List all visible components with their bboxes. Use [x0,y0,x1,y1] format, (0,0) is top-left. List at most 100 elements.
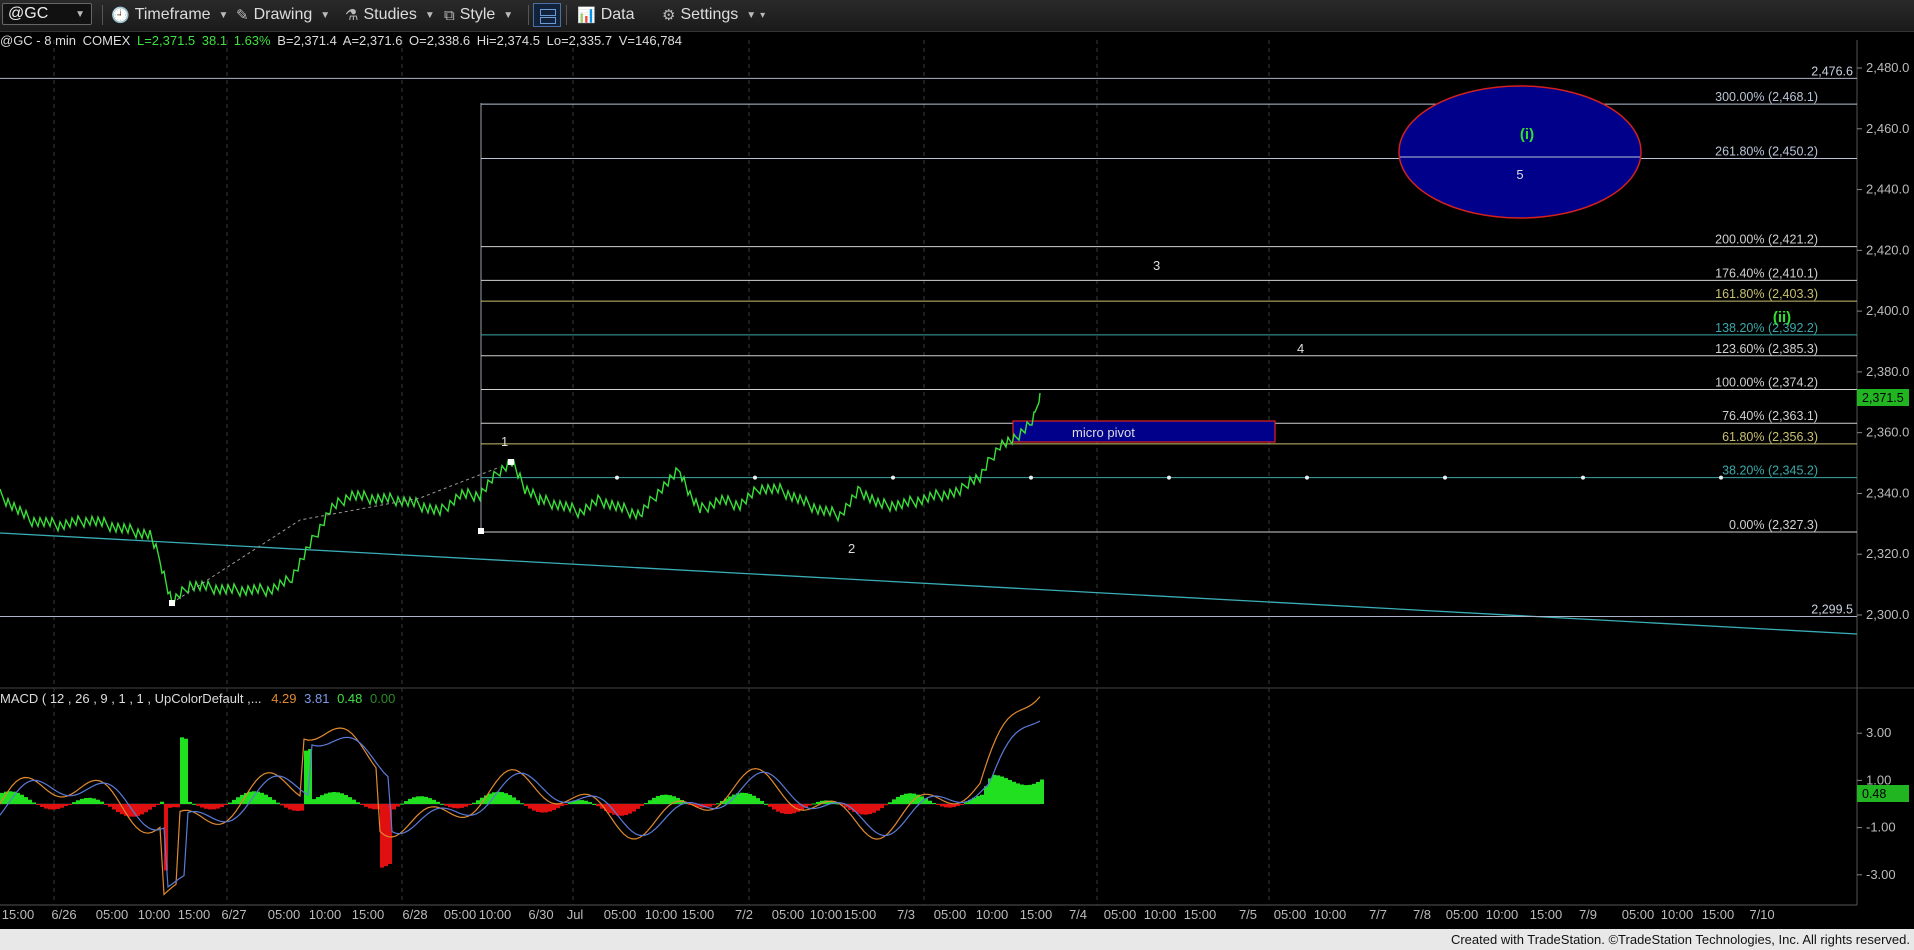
price-chart[interactable]: 2,480.0 2,460.0 2,440.0 2,420.0 2,400.0 2,380… [0,0,1914,929]
time-tick-label: 7/5 [1239,907,1257,922]
macd-histogram-bar [512,797,516,804]
macd-histogram-bar [516,800,520,804]
time-tick-label: 10:00 [309,907,342,922]
macd-histogram-bar [232,799,236,804]
wave-ii-label: (ii) [1773,309,1791,326]
macd-histogram-bar [508,795,512,804]
macd-histogram-bar [228,802,232,804]
macd-histogram-bar [400,803,404,805]
macd-histogram-bar [440,803,444,805]
time-tick-label: 10:00 [810,907,843,922]
macd-histogram-bar [868,804,872,815]
wave-connector [171,466,501,604]
time-tick-label: 6/28 [402,907,427,922]
time-tick-label: 15:00 [844,907,877,922]
wave-2-label: 2 [848,541,855,556]
macd-histogram-bar [1032,783,1036,804]
fib-extension[interactable]: 300.00% (2,468.1) 261.80% (2,450.2) 200.00… [481,90,1857,533]
fib-dot [1443,475,1447,480]
fib-level-label: 200.00% (2,421.2) [1715,233,1818,247]
macd-histogram-bar [256,791,260,804]
macd-histogram-bar [296,804,300,812]
macd-histogram-bar [292,804,296,811]
time-tick-label: 05:00 [1104,907,1137,922]
macd-histogram-bar [160,801,164,804]
target-ellipse[interactable] [1398,85,1642,219]
macd-histogram-bar [808,804,812,806]
macd-histogram-bar [460,804,464,808]
macd-histogram-bar [896,796,900,804]
price-tick-label: 2,400.0 [1866,303,1909,318]
fib-dot [1167,475,1171,480]
trendline[interactable] [0,532,1858,635]
time-tick-label: 15:00 [2,907,35,922]
macd-histogram-bar [1036,782,1040,804]
macd-histogram-bar [336,792,340,804]
price-level-label: 2,299.5 [1811,603,1853,617]
macd-histogram-bar [196,804,200,806]
time-tick-label: 05:00 [604,907,637,922]
macd-histogram-bar [540,804,544,813]
macd-histogram-bar [864,804,868,815]
macd-histogram-bar [52,804,56,810]
macd-histogram-bar [416,796,420,804]
macd-histogram-bar [956,804,960,806]
macd-histogram-bar [372,804,376,810]
time-tick-label: 10:00 [645,907,678,922]
macd-histogram-bar [220,804,224,808]
macd-histogram-bar [16,792,20,804]
macd-histogram-bar [660,794,664,804]
macd-histogram-bar [172,804,176,808]
macd-histogram-bar [408,798,412,804]
fib-dot [1719,475,1723,480]
fib-level-label: 76.40% (2,363.1) [1722,409,1818,423]
macd-line [0,696,1041,896]
macd-histogram-bar [360,804,364,805]
macd-histogram-bar [768,804,772,807]
macd-histogram-bar [780,804,784,814]
wave-5-label: 5 [1516,167,1523,182]
time-tick-label: 15:00 [1530,907,1563,922]
macd-histogram-bar [1016,783,1020,804]
time-tick-label: 05:00 [1622,907,1655,922]
fib-level-label: 123.60% (2,385.3) [1715,342,1818,356]
macd-params: MACD ( 12 , 26 , 9 , 1 , 1 , UpColorDefa… [0,691,262,706]
time-tick-label: 15:00 [1020,907,1053,922]
macd-tick-label: 3.00 [1866,725,1891,740]
macd-histogram-bar [444,804,448,806]
macd-histogram-bar [452,804,456,809]
fib-dot [753,475,757,480]
macd-histogram-bar [1040,779,1044,804]
macd-histogram-bar [20,794,24,804]
macd-histogram-bar [216,804,220,809]
macd-histogram-bar [644,803,648,805]
micro-pivot-box[interactable] [1012,420,1276,443]
macd-histogram-bar [224,804,228,806]
macd-histogram-bar [640,804,644,806]
macd-histogram-bar [468,804,472,805]
hist-value: 0.48 [337,691,363,706]
macd-histogram-bar [104,804,108,805]
macd-histogram-bar [36,804,40,805]
macd-histogram-bar [716,803,720,805]
last-price-flag-text: 2,371.5 [1862,391,1904,405]
macd-histogram-bar [476,800,480,804]
fib-dot [615,475,619,480]
time-tick-label: 05:00 [96,907,129,922]
macd-histogram-bar [60,804,64,808]
macd-histogram-bar [524,804,528,807]
macd-histogram-bar [528,804,532,809]
macd-histogram-bar [772,804,776,810]
macd-histogram-bar [168,804,172,808]
fib-level-label: 38.20% (2,345.2) [1722,464,1818,478]
macd-histogram-bar [940,804,944,807]
macd-histogram-bar [504,793,508,804]
macd-histogram-bar [348,797,352,804]
price-tick-label: 2,340.0 [1866,485,1909,500]
macd-histogram-bar [588,802,592,804]
macd-histogram-bar [184,738,188,804]
macd-histogram-bar [888,802,892,804]
time-tick-label: 05:00 [1274,907,1307,922]
time-tick-label: 10:00 [1144,907,1177,922]
macd-tick-label: -3.00 [1866,867,1896,882]
